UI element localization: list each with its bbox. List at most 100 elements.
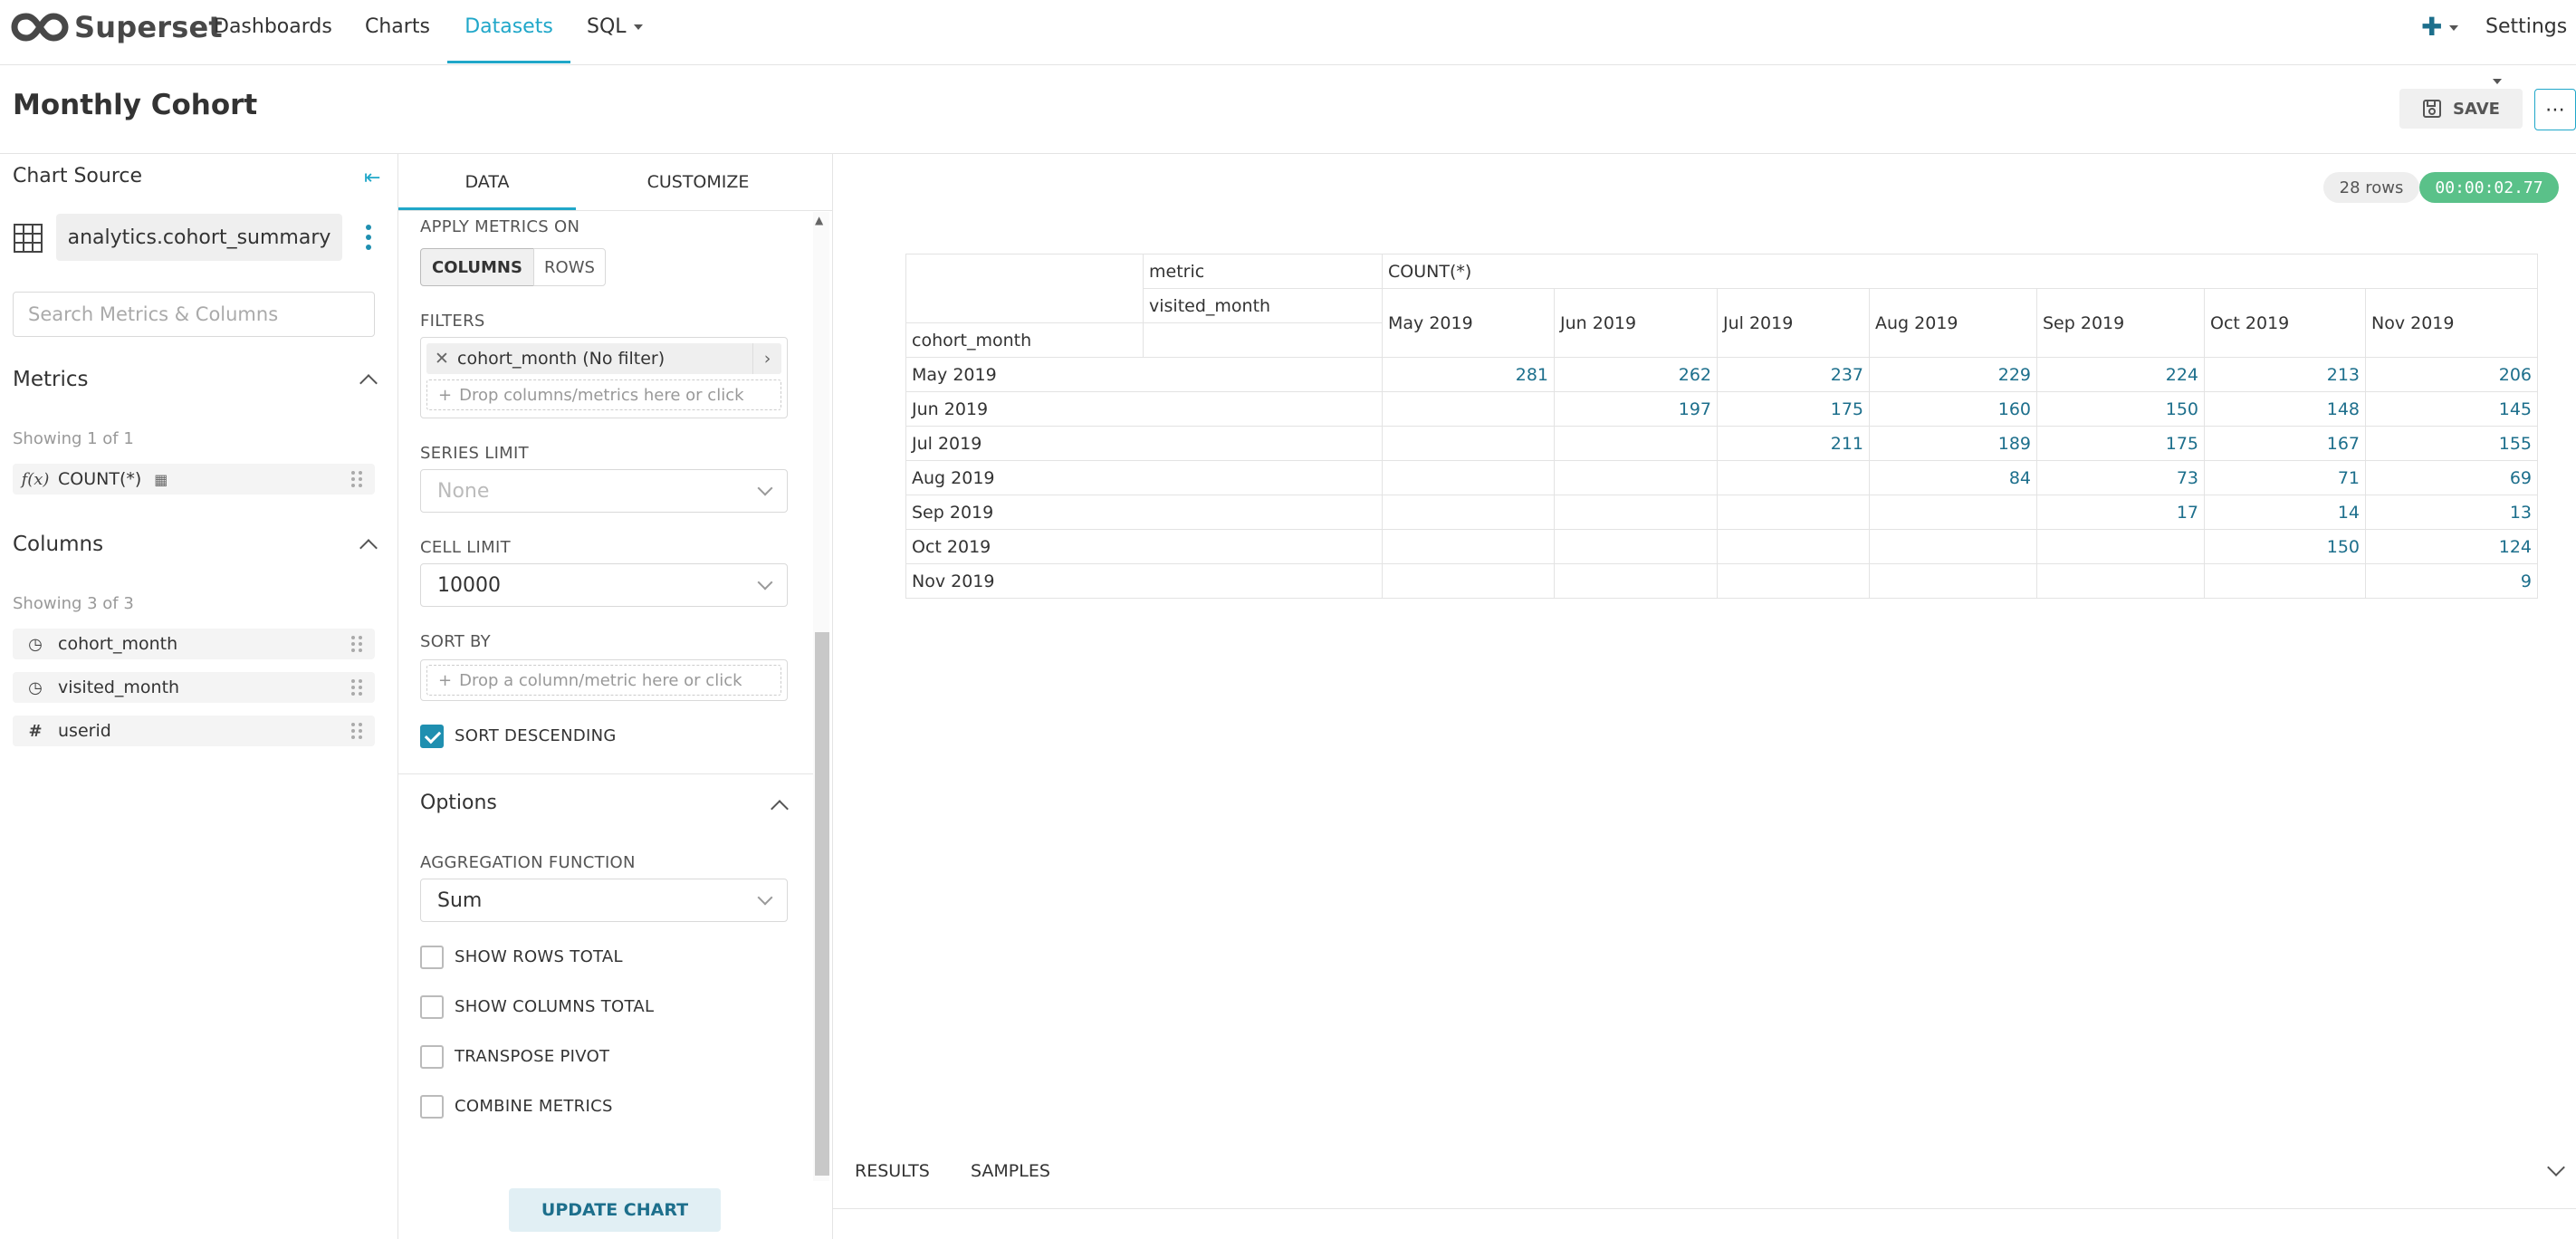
row-header: Oct 2019 (905, 529, 1383, 564)
column-header[interactable]: Nov 2019 (2365, 288, 2538, 358)
chevron-up-icon[interactable] (359, 374, 378, 392)
drag-handle-icon[interactable] (351, 723, 362, 739)
metrics-count: Showing 1 of 1 (13, 429, 134, 448)
column-item[interactable]: ◷ visited_month (13, 672, 375, 703)
table-cell: 211 (1717, 426, 1870, 461)
chevron-up-icon[interactable] (771, 800, 789, 818)
table-cell: 213 (2204, 357, 2366, 392)
save-icon (2423, 100, 2442, 118)
combine-metrics-label: COMBINE METRICS (455, 1097, 613, 1116)
series-limit-value: None (437, 479, 490, 503)
chevron-down-icon (757, 889, 773, 906)
drag-handle-icon[interactable] (351, 679, 362, 696)
chart-title[interactable]: Monthly Cohort (13, 89, 257, 121)
save-button[interactable]: SAVE (2399, 89, 2523, 129)
filters-label: FILTERS (420, 312, 485, 331)
save-label: SAVE (2453, 99, 2500, 119)
transpose-pivot-checkbox[interactable] (420, 1045, 444, 1069)
metric-header-label: metric (1143, 254, 1383, 289)
sort-descending-checkbox[interactable] (420, 725, 444, 748)
column-header[interactable]: Sep 2019 (2036, 288, 2205, 358)
show-columns-total-checkbox[interactable] (420, 995, 444, 1019)
tab-data[interactable]: DATA (398, 154, 576, 210)
column-header[interactable]: Aug 2019 (1869, 288, 2037, 358)
nav-datasets[interactable]: Datasets (447, 0, 570, 63)
table-cell: 281 (1382, 357, 1555, 392)
chevron-up-icon[interactable] (359, 539, 378, 557)
table-cell: 224 (2036, 357, 2205, 392)
column-header[interactable]: Jun 2019 (1554, 288, 1718, 358)
table-row: Jul 2019 211 189 175 167 155 (905, 426, 2538, 461)
table-cell: 17 (2036, 495, 2205, 530)
scroll-up-icon[interactable]: ▲ (815, 214, 823, 226)
table-cell (1382, 495, 1555, 530)
column-header[interactable]: Oct 2019 (2204, 288, 2366, 358)
table-cell: 155 (2365, 426, 2538, 461)
combine-metrics-checkbox[interactable] (420, 1095, 444, 1119)
update-chart-button[interactable]: UPDATE CHART (509, 1188, 721, 1232)
aggregation-select[interactable]: Sum (420, 879, 788, 922)
dataset-name[interactable]: analytics.cohort_summary (56, 214, 342, 261)
table-icon (14, 224, 43, 253)
dataset-menu-icon[interactable] (366, 223, 373, 254)
settings-label: Settings (2485, 15, 2568, 38)
series-limit-select[interactable]: None (420, 469, 788, 513)
options-section-title[interactable]: Options (420, 792, 497, 814)
settings-menu[interactable]: Settings (2485, 0, 2576, 84)
table-cell (1869, 529, 2037, 564)
close-icon[interactable]: ✕ (426, 349, 457, 369)
nav-charts[interactable]: Charts (365, 0, 430, 63)
tab-samples[interactable]: SAMPLES (971, 1161, 1050, 1181)
chevron-down-icon[interactable] (2547, 1158, 2565, 1177)
collapse-panel-icon[interactable]: ⇤ (364, 167, 380, 189)
row-header: Sep 2019 (905, 495, 1383, 530)
row-header: Nov 2019 (905, 563, 1383, 599)
metric-item[interactable]: f(x) COUNT(*) ▦ (13, 464, 375, 495)
nav-sql[interactable]: SQL (587, 0, 643, 63)
table-cell (1382, 391, 1555, 427)
new-item-menu[interactable]: ✚ (2421, 0, 2459, 63)
filter-pill[interactable]: ✕ cohort_month (No filter) › (426, 343, 781, 374)
show-rows-total-checkbox[interactable] (420, 946, 444, 969)
column-header[interactable]: May 2019 (1382, 288, 1555, 358)
row-header: May 2019 (905, 357, 1383, 392)
superset-logo[interactable]: Superset (11, 7, 223, 47)
table-cell: 69 (2365, 460, 2538, 495)
table-row: Oct 2019 150 124 (905, 529, 2538, 564)
drag-handle-icon[interactable] (351, 636, 362, 652)
aggregation-label: AGGREGATION FUNCTION (420, 853, 636, 872)
chevron-right-icon[interactable]: › (752, 343, 781, 374)
tab-results[interactable]: RESULTS (855, 1161, 930, 1181)
control-panel: DATA CUSTOMIZE APPLY METRICS ON COLUMNS … (398, 154, 833, 1239)
plus-icon: + (438, 385, 453, 405)
search-metrics-input[interactable]: Search Metrics & Columns (13, 292, 375, 337)
nav-dashboards[interactable]: Dashboards (214, 0, 332, 63)
apply-on-columns-button[interactable]: COLUMNS (420, 248, 534, 286)
columns-section-title[interactable]: Columns (13, 533, 103, 556)
table-cell (1382, 426, 1555, 461)
table-cell: 9 (2365, 563, 2538, 599)
column-label: cohort_month (58, 634, 178, 654)
column-header[interactable]: Jul 2019 (1717, 288, 1870, 358)
nav-sql-label: SQL (587, 15, 627, 38)
row-dimension-label: cohort_month (905, 322, 1144, 358)
table-cell: 175 (1717, 391, 1870, 427)
drag-handle-icon[interactable] (351, 471, 362, 487)
column-item[interactable]: ◷ cohort_month (13, 629, 375, 659)
filters-drop-zone[interactable]: + Drop columns/metrics here or click (426, 379, 781, 410)
tab-customize[interactable]: CUSTOMIZE (576, 154, 820, 210)
metrics-section-title[interactable]: Metrics (13, 368, 89, 391)
more-options-button[interactable]: ⋯ (2534, 89, 2576, 130)
brand-name: Superset (74, 10, 223, 44)
table-cell (2204, 563, 2366, 599)
column-item[interactable]: # userid (13, 716, 375, 746)
filter-pill-label: cohort_month (No filter) (457, 349, 666, 369)
apply-on-rows-button[interactable]: ROWS (533, 248, 606, 286)
sort-by-drop-zone[interactable]: + Drop a column/metric here or click (426, 665, 781, 696)
cell-limit-select[interactable]: 10000 (420, 563, 788, 607)
query-time-badge: 00:00:02.77 (2419, 172, 2559, 203)
table-cell (1717, 563, 1870, 599)
cell-limit-label: CELL LIMIT (420, 538, 511, 557)
control-scrollbar-thumb[interactable] (815, 632, 829, 1176)
table-cell (1382, 563, 1555, 599)
